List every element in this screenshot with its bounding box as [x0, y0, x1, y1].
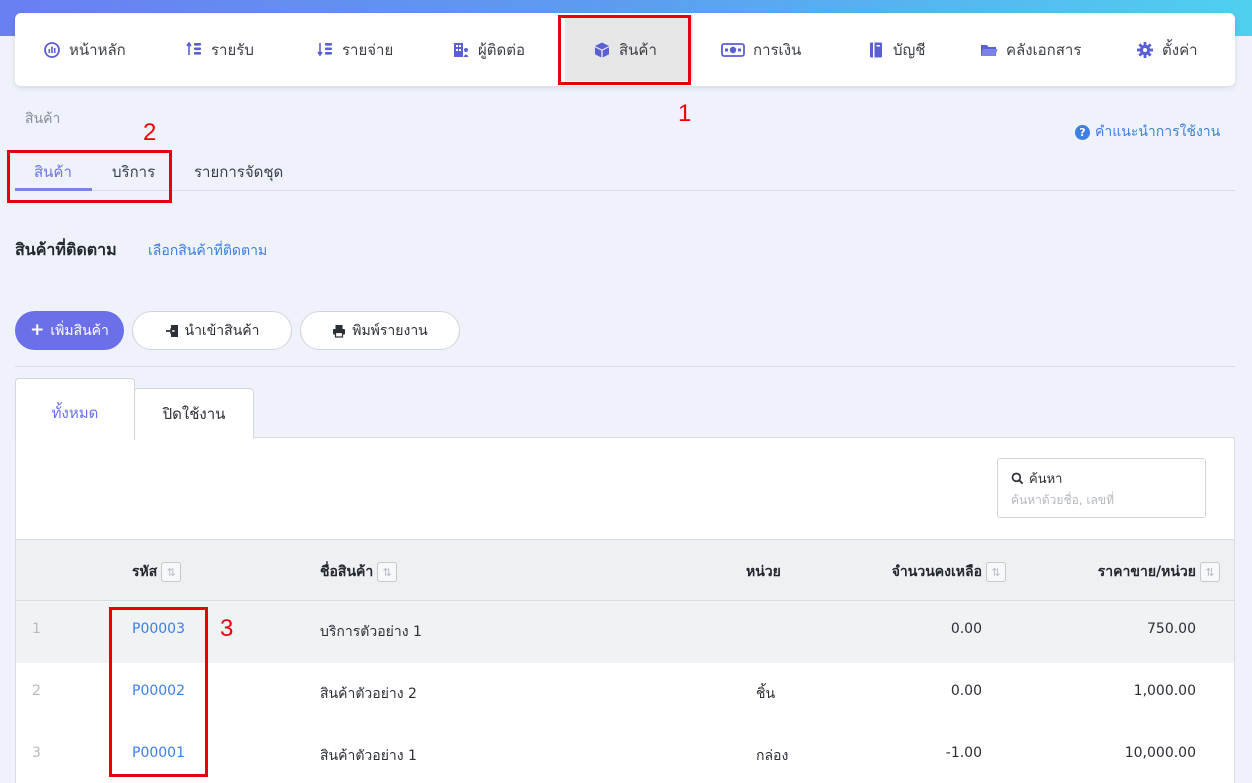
nav-item-finance[interactable]: การเงิน [721, 13, 801, 86]
annotation-number-1: 1 [678, 100, 692, 127]
column-header-label: ราคาขาย/หน่วย [1097, 564, 1196, 580]
plus-icon: + [30, 320, 45, 340]
nav-item-income[interactable]: รายรับ [185, 13, 254, 86]
subtabs-divider [15, 190, 1235, 191]
nav-label: คลังเอกสาร [1006, 40, 1082, 59]
section-divider [15, 366, 1235, 367]
nav-label: รายจ่าย [342, 40, 394, 59]
nav-item-contacts[interactable]: ผู้ติดต่อ [452, 13, 525, 86]
add-product-label: เพิ่มสินค้า [50, 322, 109, 339]
nav-item-settings[interactable]: ตั้งค่า [1136, 13, 1198, 86]
nav-label: หน้าหลัก [69, 40, 126, 59]
nav-item-expense[interactable]: รายจ่าย [316, 13, 393, 86]
column-header-code[interactable]: รหัส ⇅ [132, 561, 182, 583]
printer-icon [332, 324, 346, 338]
import-products-button[interactable]: นำเข้าสินค้า [132, 311, 292, 350]
column-header-label: รหัส [132, 564, 158, 580]
nav-item-accounting[interactable]: บัญชี [867, 13, 925, 86]
column-header-label: จำนวนคงเหลือ [891, 564, 982, 580]
nav-item-home[interactable]: หน้าหลัก [43, 13, 126, 86]
row-index: 1 [32, 621, 41, 637]
breadcrumb: สินค้า [25, 111, 61, 127]
annotation-number-3: 3 [220, 615, 234, 642]
column-header-label: หน่วย [746, 564, 781, 580]
product-name: สินค้าตัวอย่าง 2 [320, 686, 417, 702]
sort-icon[interactable]: ⇅ [161, 562, 182, 582]
ledger-icon [867, 41, 885, 59]
sort-icon[interactable]: ⇅ [377, 562, 398, 582]
import-icon [165, 324, 179, 338]
subtab-bundles[interactable]: รายการจัดชุด [194, 160, 283, 184]
import-products-label: นำเข้าสินค้า [184, 322, 260, 339]
print-report-label: พิมพ์รายงาน [352, 322, 428, 339]
annotation-number-2: 2 [143, 119, 157, 146]
product-unit: กล่อง [756, 748, 789, 764]
tab-disabled[interactable]: ปิดใช้งาน [134, 388, 254, 438]
folder-icon [980, 41, 998, 59]
tab-all[interactable]: ทั้งหมด [15, 378, 135, 440]
income-icon [185, 41, 203, 59]
print-report-button[interactable]: พิมพ์รายงาน [300, 311, 460, 350]
product-quantity: -1.00 [945, 745, 982, 761]
table-header: รหัส ⇅ ชื่อสินค้า ⇅ หน่วย จำนวนคงเหลือ ⇅… [16, 539, 1234, 601]
product-name: สินค้าตัวอย่าง 1 [320, 748, 417, 764]
product-quantity: 0.00 [950, 621, 982, 637]
question-icon: ? [1075, 124, 1090, 140]
product-price: 750.00 [1147, 621, 1196, 637]
nav-label: ตั้งค่า [1162, 40, 1198, 59]
column-header-quantity[interactable]: จำนวนคงเหลือ ⇅ [892, 561, 1006, 583]
contacts-icon [452, 41, 470, 59]
tracked-products-title: สินค้าที่ติดตาม [15, 240, 117, 259]
nav-label: การเงิน [753, 40, 802, 59]
nav-item-documents[interactable]: คลังเอกสาร [980, 13, 1081, 86]
product-price: 1,000.00 [1133, 683, 1196, 699]
select-tracked-link[interactable]: เลือกสินค้าที่ติดตาม [148, 240, 267, 262]
annotation-box-1 [558, 15, 691, 85]
search-label-text: ค้นหา [1029, 472, 1063, 487]
sort-icon[interactable]: ⇅ [1200, 562, 1220, 582]
gear-icon [1136, 41, 1154, 59]
help-link-label: คำแนะนำการใช้งาน [1095, 124, 1221, 140]
row-index: 3 [32, 745, 41, 761]
search-icon [1011, 472, 1024, 485]
nav-label: บัญชี [893, 40, 926, 59]
search-label: ค้นหา [1011, 468, 1062, 489]
product-quantity: 0.00 [950, 683, 982, 699]
row-index: 2 [32, 683, 41, 699]
dashboard-icon [43, 41, 61, 59]
column-header-name[interactable]: ชื่อสินค้า ⇅ [320, 561, 398, 583]
annotation-box-2 [7, 150, 172, 203]
expense-icon [316, 41, 334, 59]
add-product-button[interactable]: + เพิ่มสินค้า [15, 311, 124, 350]
search-box: ค้นหา [997, 458, 1206, 518]
annotation-box-3 [109, 607, 208, 777]
help-link[interactable]: ? คำแนะนำการใช้งาน [1075, 121, 1220, 143]
column-header-label: ชื่อสินค้า [320, 564, 374, 580]
column-header-price[interactable]: ราคาขาย/หน่วย ⇅ [1098, 561, 1220, 583]
nav-label: ผู้ติดต่อ [478, 40, 526, 59]
product-name: บริการตัวอย่าง 1 [320, 624, 422, 640]
sort-icon[interactable]: ⇅ [986, 562, 1006, 582]
product-unit: ชิ้น [756, 686, 776, 702]
nav-label: รายรับ [211, 40, 254, 59]
search-input[interactable] [1011, 490, 1196, 510]
money-icon [721, 41, 745, 59]
column-header-unit: หน่วย [746, 561, 781, 583]
product-price: 10,000.00 [1124, 745, 1196, 761]
